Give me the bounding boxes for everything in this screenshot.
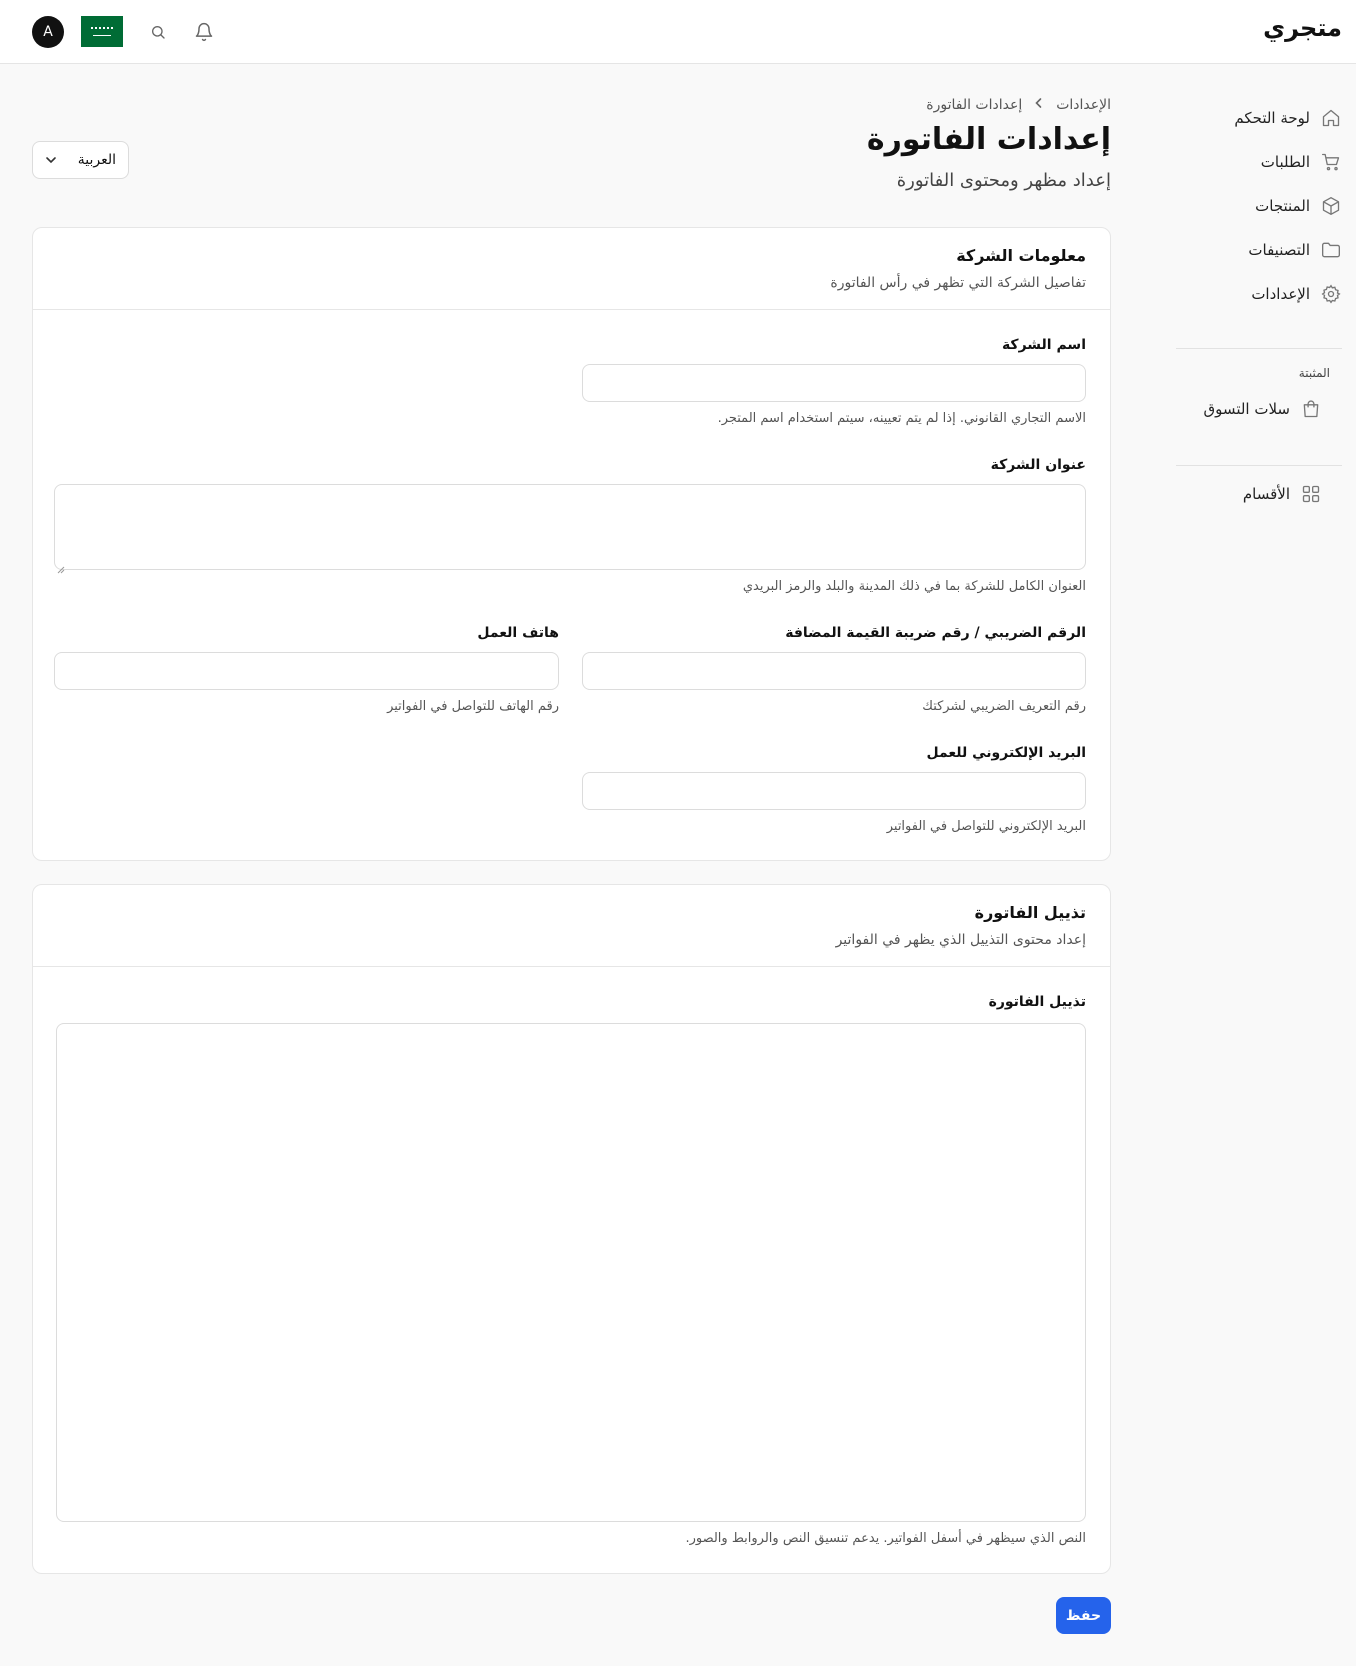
invoice-footer-editor[interactable] [56,1023,1086,1522]
card-description: تفاصيل الشركة التي تظهر في رأس الفاتورة [830,275,1086,291]
sidebar-item-settings[interactable]: الإعدادات [1192,276,1342,312]
company-address-label: عنوان الشركة [990,457,1086,473]
language-select[interactable]: العربية [32,141,129,179]
card-title: معلومات الشركة [956,246,1086,265]
work-phone-help: رقم الهاتف للتواصل في الفواتير [387,699,559,714]
work-phone-label: هاتف العمل [477,625,559,641]
company-address-textarea[interactable] [54,484,1086,574]
card-header: تذييل الفاتورة إعداد محتوى التذييل الذي … [33,885,1110,967]
page-subtitle: إعداد مظهر ومحتوى الفاتورة [896,170,1111,191]
sidebar-item-label: سلات التسوق [1203,400,1290,418]
cart-icon [1320,151,1342,173]
box-icon [1320,195,1342,217]
sidebar-item-shopping-carts[interactable]: سلات التسوق [1172,391,1322,427]
gear-icon [1320,283,1342,305]
language-select-value: العربية [77,152,116,168]
sidebar-item-orders[interactable]: الطلبات [1192,144,1342,180]
tax-number-help: رقم التعريف الضريبي لشركتك [922,699,1086,714]
breadcrumb-current: إعدادات الفاتورة [926,97,1023,113]
invoice-footer-help: النص الذي سيظهر في أسفل الفواتير. يدعم ت… [685,1531,1086,1546]
sidebar: لوحة التحكم الطلبات المنتجات التصنيفات ا… [1176,64,1356,1666]
work-phone-input[interactable] [54,652,559,690]
search-icon[interactable] [146,20,170,44]
company-name-input[interactable] [582,364,1086,402]
resize-handle-icon[interactable] [57,559,65,574]
work-email-input[interactable] [582,772,1086,810]
card-title: تذييل الفاتورة [974,903,1086,922]
brand-logo[interactable]: متجري [1263,14,1342,42]
sidebar-item-label: الإعدادات [1251,285,1310,303]
tax-number-label: الرقم الضريبي / رقم ضريبة القيمة المضافة [785,625,1086,641]
folder-icon [1320,239,1342,261]
breadcrumb-settings-link[interactable]: الإعدادات [1056,97,1111,113]
work-email-help: البريد الإلكتروني للتواصل في الفواتير [886,819,1086,834]
sidebar-item-categories[interactable]: التصنيفات [1192,232,1342,268]
saudi-flag-icon[interactable] [81,16,123,47]
chevron-down-icon [45,152,57,168]
pinned-section-title: المثبتة [1298,366,1330,380]
sidebar-divider [1176,465,1342,466]
home-icon [1320,107,1342,129]
page-title: إعدادات الفاتورة [866,122,1111,157]
sidebar-item-label: الأقسام [1242,485,1290,503]
sidebar-item-dashboard[interactable]: لوحة التحكم [1192,100,1342,136]
sidebar-item-sections[interactable]: الأقسام [1172,476,1322,512]
work-email-label: البريد الإلكتروني للعمل [926,745,1087,761]
company-info-card: معلومات الشركة تفاصيل الشركة التي تظهر ف… [32,227,1111,861]
shopping-bag-icon [1300,398,1322,420]
company-name-label: اسم الشركة [1001,337,1086,353]
card-header: معلومات الشركة تفاصيل الشركة التي تظهر ف… [33,228,1110,310]
card-description: إعداد محتوى التذييل الذي يظهر في الفواتي… [835,932,1086,948]
top-bar: متجري A [0,0,1356,64]
user-avatar[interactable]: A [32,16,64,48]
sidebar-item-label: التصنيفات [1248,241,1310,259]
company-name-help: الاسم التجاري القانوني. إذا لم يتم تعيين… [717,411,1086,426]
invoice-footer-card: تذييل الفاتورة إعداد محتوى التذييل الذي … [32,884,1111,1574]
company-address-help: العنوان الكامل للشركة بما في ذلك المدينة… [742,579,1086,594]
chevron-left-icon [1034,97,1044,113]
sidebar-item-label: الطلبات [1260,153,1310,171]
tax-number-input[interactable] [582,652,1086,690]
sidebar-item-label: لوحة التحكم [1234,109,1310,127]
grid-icon [1300,483,1322,505]
sidebar-item-label: المنتجات [1255,197,1310,215]
notification-bell-icon[interactable] [192,20,216,44]
save-button[interactable]: حفظ [1056,1597,1111,1634]
breadcrumb: الإعدادات إعدادات الفاتورة [926,97,1111,113]
invoice-footer-label: تذييل الفاتورة [988,994,1086,1010]
sidebar-divider [1176,348,1342,349]
sidebar-item-products[interactable]: المنتجات [1192,188,1342,224]
